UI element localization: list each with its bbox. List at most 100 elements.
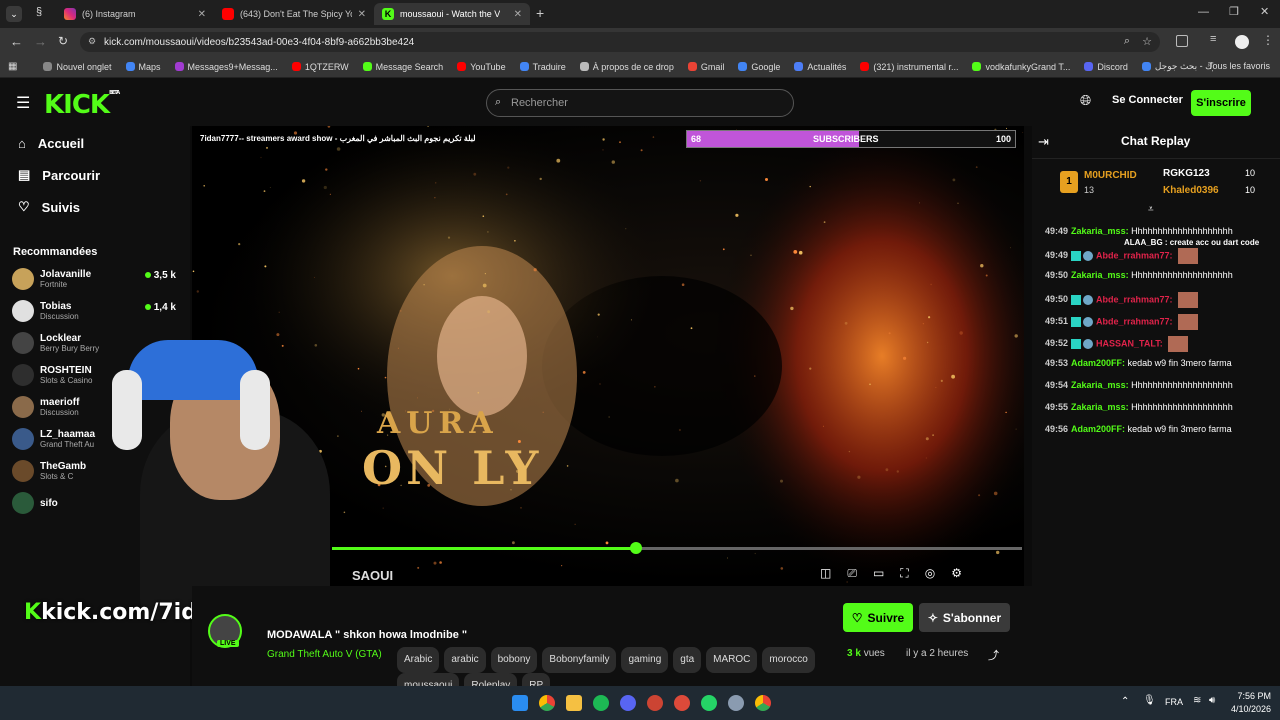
zoom-icon[interactable]: ⌕	[1124, 35, 1130, 48]
discord-icon[interactable]	[620, 695, 636, 711]
reload-icon[interactable]: ↻	[58, 34, 68, 48]
bookmark-item[interactable]: Maps	[125, 62, 161, 72]
close-tab-icon[interactable]: ✕	[198, 9, 206, 20]
close-tab-icon[interactable]: ✕	[358, 9, 366, 20]
bookmark-item[interactable]: Gmail	[687, 62, 724, 72]
hamburger-menu-icon[interactable]: ☰	[16, 93, 30, 113]
subscribe-button[interactable]: ✧ S'abonner	[919, 603, 1010, 632]
recommended-channel[interactable]: Jolavanille Fortnite 3,5 k	[12, 268, 182, 290]
signup-button[interactable]: S'inscrire	[1191, 90, 1251, 116]
bookmark-item[interactable]: (321) instrumental r...	[860, 62, 958, 72]
bookmark-item[interactable]: vodkafunkyGrand T...	[972, 62, 1070, 72]
pinned-toggle-icon[interactable]: ⩡	[1148, 204, 1154, 215]
sidebar-item-browse[interactable]: ▤ Parcourir	[0, 159, 190, 191]
bookmark-item[interactable]: الفيسبوك - بحث جوجل	[1141, 61, 1213, 72]
theater-mode-icon[interactable]: ▭	[873, 566, 884, 581]
share-icon[interactable]: ⤴	[988, 647, 999, 663]
bookmark-item[interactable]: Nouvel onglet	[43, 62, 112, 72]
site-info-icon[interactable]: ⚙	[88, 36, 96, 47]
tab-kick[interactable]: K moussaoui - Watch the VOD ✕	[374, 3, 530, 25]
close-tab-icon[interactable]: ✕	[514, 9, 522, 20]
wifi-icon[interactable]: ≋	[1193, 695, 1201, 706]
message-user[interactable]: Abde_rrahman77:	[1096, 316, 1173, 326]
tag-chip[interactable]: MAROC	[706, 647, 758, 673]
tag-chip[interactable]: morocco	[762, 647, 815, 673]
bookmark-item[interactable]: Traduire	[519, 62, 566, 72]
settings-app-icon[interactable]	[728, 695, 744, 711]
pinned-tab[interactable]: §	[30, 6, 48, 22]
message-user[interactable]: Zakaria_mss:	[1071, 270, 1129, 280]
message-user[interactable]: Abde_rrahman77:	[1096, 294, 1173, 304]
apps-icon[interactable]: ▦	[8, 61, 17, 72]
menu-icon[interactable]: ⋮	[1262, 33, 1274, 47]
kick-logo[interactable]: KICKBETA	[44, 90, 120, 120]
bookmark-item[interactable]: 1QTZERW	[291, 62, 349, 72]
spotify-icon[interactable]	[593, 695, 609, 711]
bookmark-item[interactable]: YouTube	[457, 62, 506, 72]
login-button[interactable]: Se Connecter	[1112, 94, 1183, 106]
tag-chip[interactable]: Bobonyfamily	[542, 647, 617, 673]
app-icon[interactable]	[647, 695, 663, 711]
bookmark-all[interactable]: Tous les favoris	[1208, 61, 1270, 71]
tab-search-button[interactable]: ⌄	[6, 6, 22, 22]
message-user[interactable]: Adam200FF:	[1071, 358, 1125, 368]
search-input[interactable]: ⌕ Rechercher	[486, 89, 794, 117]
windows-start-icon[interactable]	[512, 695, 528, 711]
globe-icon[interactable]: 🌐︎	[1080, 92, 1091, 109]
minimize-button[interactable]: —	[1198, 6, 1209, 18]
video-progress-track[interactable]	[332, 547, 1022, 550]
category-link[interactable]: Grand Theft Auto V (GTA)	[267, 649, 382, 660]
message-user[interactable]: HASSAN_TALT:	[1096, 338, 1163, 348]
message-user[interactable]: Adam200FF:	[1071, 424, 1125, 434]
speed-icon[interactable]: ◎	[925, 566, 935, 581]
clock-date[interactable]: 4/10/2026	[1221, 704, 1271, 714]
chrome-icon[interactable]	[539, 695, 555, 711]
message-user[interactable]: Abde_rrahman77:	[1096, 250, 1173, 260]
back-icon[interactable]: ←	[10, 34, 23, 49]
settings-icon[interactable]: ⚙	[951, 566, 962, 581]
collapse-chat-icon[interactable]: ⇥	[1038, 134, 1049, 150]
bookmark-item[interactable]: Google	[738, 62, 780, 72]
bookmark-item[interactable]: À propos de ce drop	[579, 62, 674, 72]
tag-chip[interactable]: arabic	[444, 647, 486, 673]
message-user[interactable]: Zakaria_mss:	[1071, 402, 1129, 412]
mic-icon[interactable]: 🎙︎	[1143, 695, 1156, 706]
bookmark-star-icon[interactable]: ☆	[1142, 35, 1152, 48]
sidebar-item-home[interactable]: ⌂ Accueil	[0, 128, 190, 159]
follow-button[interactable]: ♡ Suivre	[843, 603, 913, 632]
tag-chip[interactable]: gta	[673, 647, 702, 673]
tag-chip[interactable]: gaming	[621, 647, 669, 673]
tab-youtube[interactable]: (643) Don't Eat The Spicy Yoshi ✕	[214, 3, 374, 25]
clock-time[interactable]: 7:56 PM	[1231, 691, 1271, 701]
bookmark-item[interactable]: Message Search	[362, 62, 443, 72]
bookmark-item[interactable]: Discord	[1084, 62, 1128, 72]
extensions-icon[interactable]	[1176, 35, 1188, 47]
volume-icon[interactable]: 🔊︎	[1209, 695, 1215, 706]
explorer-icon[interactable]	[566, 695, 582, 711]
language-indicator[interactable]: FRA	[1165, 697, 1183, 707]
bookmark-item[interactable]: Actualités	[794, 62, 846, 72]
clip-icon[interactable]: ⎚	[847, 566, 857, 581]
bookmark-item[interactable]: Messages9+Messag...	[174, 62, 278, 72]
tray-chevron-icon[interactable]: ⌃	[1121, 696, 1129, 707]
message-user[interactable]: Zakaria_mss:	[1071, 226, 1129, 236]
forward-icon[interactable]: →	[34, 34, 47, 49]
sidebar-item-following[interactable]: ♡ Suivis	[0, 191, 190, 223]
close-window-button[interactable]: ✕	[1260, 5, 1269, 18]
new-tab-button[interactable]: +	[536, 5, 544, 21]
message-user[interactable]: Zakaria_mss:	[1071, 380, 1129, 390]
video-progress-handle[interactable]	[629, 542, 642, 554]
whatsapp-icon[interactable]	[701, 695, 717, 711]
fullscreen-icon[interactable]: ⛶	[900, 566, 908, 581]
media-icon[interactable]: ≡	[1210, 33, 1216, 45]
miniplayer-icon[interactable]: ◫	[820, 566, 831, 581]
chrome-profile-icon[interactable]	[674, 695, 690, 711]
tab-instagram[interactable]: (6) Instagram ✕	[56, 3, 214, 25]
restore-button[interactable]: ❐	[1229, 5, 1239, 18]
recommended-channel[interactable]: Tobias Discussion 1,4 k	[12, 300, 182, 322]
tag-chip[interactable]: bobony	[490, 647, 538, 673]
tag-chip[interactable]: Arabic	[397, 647, 440, 673]
chrome-active-icon[interactable]	[755, 695, 771, 711]
url-field[interactable]: ⚙ kick.com/moussaoui/videos/b23543ad-00e…	[80, 32, 1160, 52]
profile-avatar[interactable]	[1235, 35, 1249, 49]
